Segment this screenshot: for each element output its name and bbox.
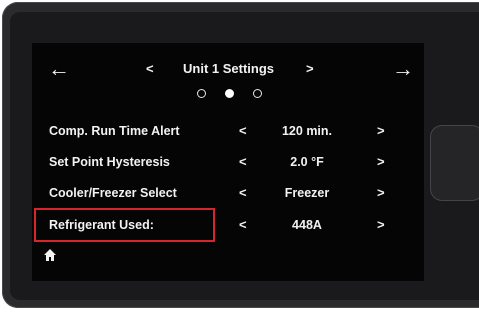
arrow-left-icon[interactable]: ← — [48, 58, 70, 80]
chevron-left-icon[interactable]: < — [146, 62, 154, 75]
setting-label-comp-run-time-alert: Comp. Run Time Alert — [49, 124, 180, 138]
chevron-left-icon[interactable]: < — [239, 124, 247, 137]
pager-dot-3[interactable] — [253, 89, 262, 98]
chevron-left-icon[interactable]: < — [239, 186, 247, 199]
setting-value-cooler-freezer-select: Freezer — [284, 186, 330, 200]
chevron-left-icon[interactable]: < — [239, 155, 247, 168]
setting-label-cooler-freezer-select: Cooler/Freezer Select — [49, 186, 177, 200]
setting-value-set-point-hysteresis: 2.0 °F — [290, 155, 324, 169]
page-title: Unit 1 Settings — [183, 61, 275, 76]
chevron-right-icon[interactable]: > — [306, 62, 314, 75]
setting-label-set-point-hysteresis: Set Point Hysteresis — [49, 155, 170, 169]
setting-value-comp-run-time-alert: 120 min. — [281, 124, 333, 138]
chevron-right-icon[interactable]: > — [377, 186, 385, 199]
pager-dot-1[interactable] — [197, 89, 206, 98]
chevron-right-icon[interactable]: > — [377, 155, 385, 168]
highlight-box — [34, 208, 215, 242]
setting-value-refrigerant-used: 448A — [292, 218, 322, 232]
chevron-left-icon[interactable]: < — [239, 218, 247, 231]
arrow-right-icon[interactable]: → — [392, 58, 414, 80]
pager-dot-2-active[interactable] — [225, 89, 234, 98]
home-icon[interactable] — [43, 248, 57, 262]
chevron-right-icon[interactable]: > — [377, 124, 385, 137]
device-side-button[interactable] — [430, 125, 479, 201]
chevron-right-icon[interactable]: > — [377, 218, 385, 231]
